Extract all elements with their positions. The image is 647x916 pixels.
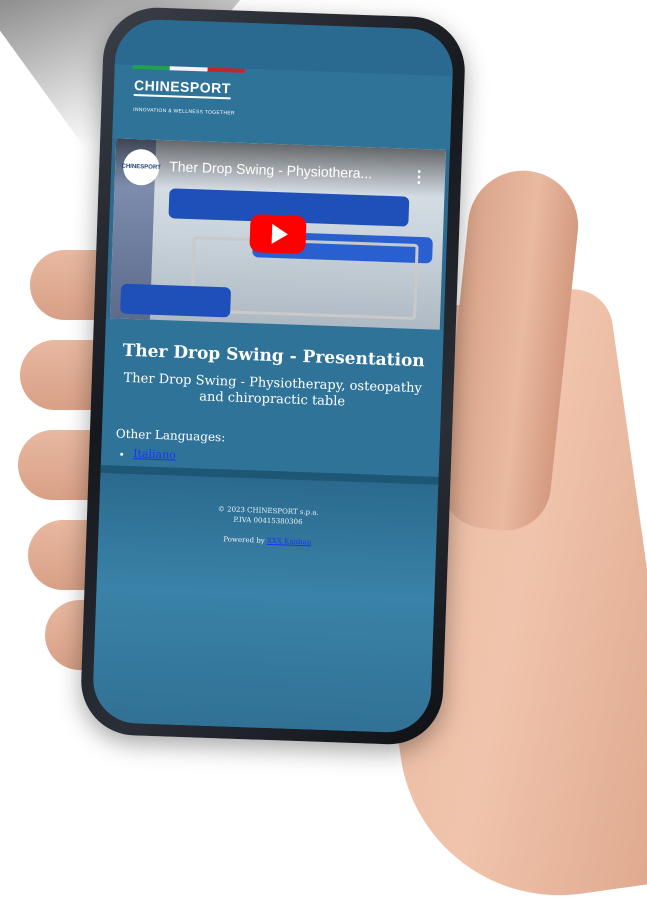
video-embed[interactable]: CHINESPORT Ther Drop Swing - Physiothera… <box>109 138 446 330</box>
site-logo[interactable]: CHINESPORT INNOVATION & WELLNESS TOGETHE… <box>133 76 236 117</box>
language-link-italiano[interactable]: Italiano <box>133 447 176 461</box>
powered-by-label: Powered by <box>223 535 265 545</box>
site-footer: © 2023 CHINESPORT s.p.a. P.IVA 004153803… <box>91 473 439 734</box>
logo-text: CHINESPORT <box>133 76 232 100</box>
video-thumbnail-seat <box>120 283 232 318</box>
page-title: Ther Drop Swing - Presentation <box>122 340 426 372</box>
more-options-icon[interactable]: ⋮ <box>411 167 428 188</box>
page-subtitle: Ther Drop Swing - Physiotherapy, osteopa… <box>123 370 423 410</box>
phone-device: CHINESPORT INNOVATION & WELLNESS TOGETHE… <box>79 5 467 747</box>
phone-screen: CHINESPORT INNOVATION & WELLNESS TOGETHE… <box>91 18 455 734</box>
main-content: Ther Drop Swing - Presentation Ther Drop… <box>100 318 444 477</box>
footer-powered-by: Powered by XXX Kanban <box>98 531 436 551</box>
play-icon <box>271 223 289 245</box>
logo-tagline: INNOVATION & WELLNESS TOGETHER <box>133 106 235 117</box>
site-header: CHINESPORT INNOVATION & WELLNESS TOGETHE… <box>112 64 453 151</box>
powered-by-link[interactable]: XXX Kanban <box>267 537 312 547</box>
play-button[interactable] <box>249 214 307 255</box>
